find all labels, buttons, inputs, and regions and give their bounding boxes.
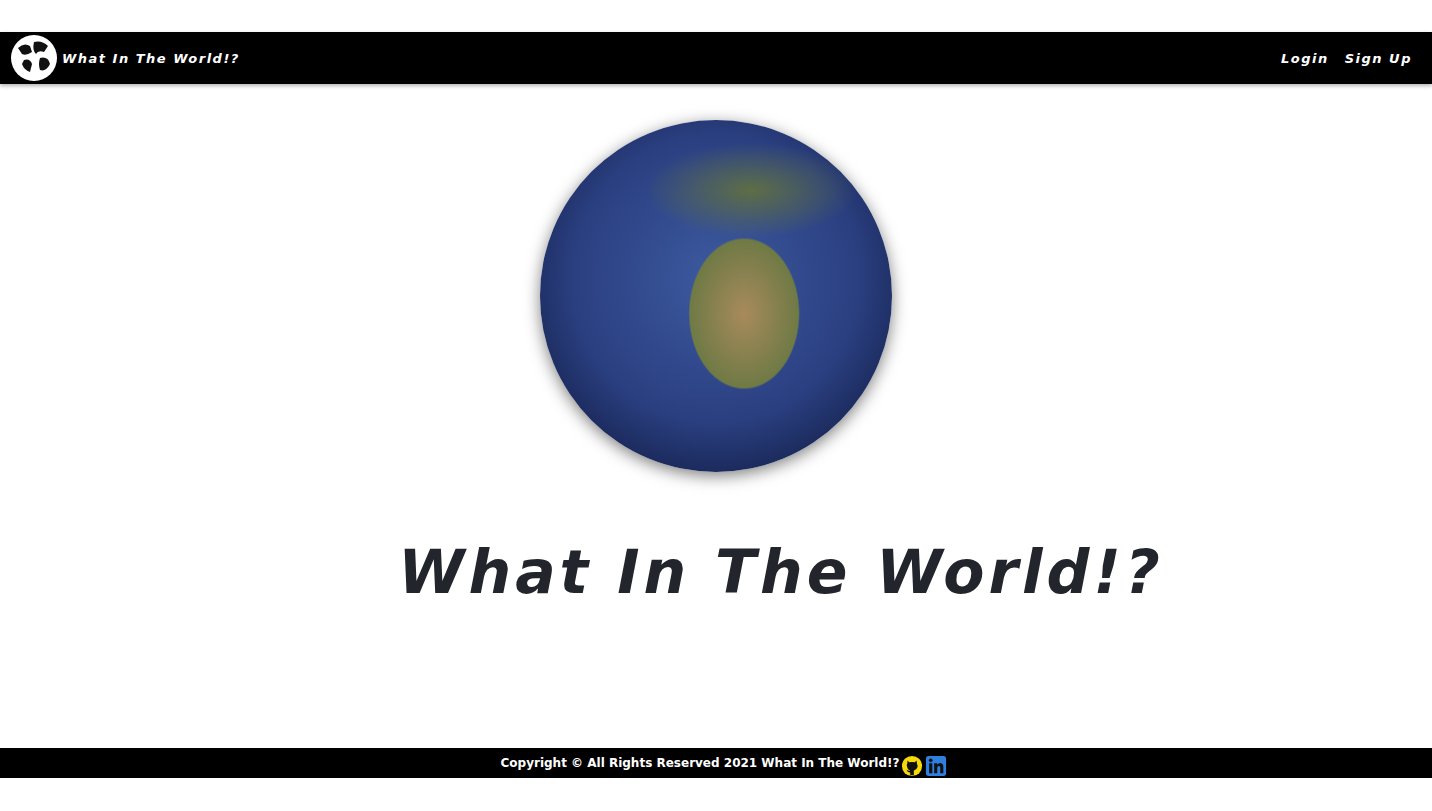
copyright-text: Copyright © All Rights Reserved 2021 Wha…	[501, 756, 900, 770]
page: What In The World!?LoginSign UpWhat In T…	[0, 0, 1432, 811]
top-strip	[0, 0, 1432, 32]
linkedin-icon[interactable]	[925, 755, 947, 777]
navbar: What In The World!? Login Sign Up	[0, 32, 1432, 84]
hero: What In The World!?	[0, 84, 1432, 748]
github-icon[interactable]	[901, 755, 923, 777]
globe-image	[540, 120, 892, 472]
nav-link[interactable]: Login	[1281, 51, 1329, 66]
bottom-strip	[0, 778, 1432, 811]
globe-logo-icon	[10, 34, 58, 82]
footer: Copyright © All Rights Reserved 2021 Wha…	[0, 748, 1432, 778]
brand-title: What In The World!?	[62, 51, 240, 66]
nav-link[interactable]: Sign Up	[1345, 51, 1412, 66]
hero-title: What In The World!?	[398, 536, 1164, 608]
brand-link[interactable]: What In The World!?	[10, 34, 240, 82]
nav-links: Login Sign Up	[1281, 51, 1412, 66]
